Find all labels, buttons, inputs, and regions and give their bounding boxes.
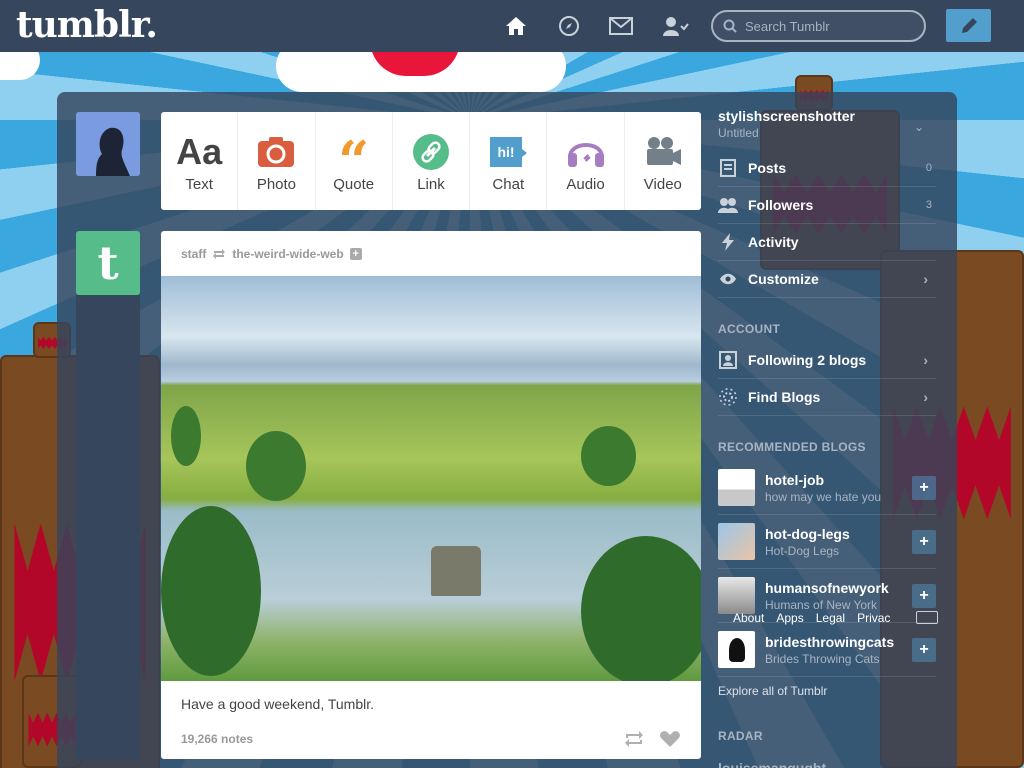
tumblr-staff-avatar[interactable]: t	[76, 231, 140, 295]
blog-name[interactable]: stylishscreenshotter	[718, 108, 855, 124]
recommended-blog-item[interactable]: bridesthrowingcats Brides Throwing Cats +	[718, 623, 936, 677]
apps-link[interactable]: Apps	[776, 611, 803, 625]
post-author-link[interactable]: staff	[181, 247, 206, 261]
chevron-right-icon: ›	[923, 389, 928, 405]
activity-icon	[718, 233, 738, 251]
blog-thumbnail	[718, 577, 755, 614]
find-blogs-icon	[718, 388, 738, 406]
posts-count: 0	[925, 162, 932, 174]
search-icon	[723, 19, 737, 33]
follow-plus-button[interactable]: +	[912, 637, 936, 662]
link-post-button[interactable]: Link	[393, 112, 471, 210]
blog-thumbnail	[718, 631, 755, 668]
account-heading: ACCOUNT	[718, 322, 781, 336]
svg-text:hi!: hi!	[498, 144, 515, 160]
blog-thumbnail	[718, 523, 755, 560]
chat-icon: hi!	[488, 130, 528, 174]
sidebar-item-customize[interactable]: Customize ›	[718, 261, 936, 298]
keyboard-icon[interactable]	[916, 611, 938, 624]
text-icon: Aa	[176, 130, 223, 172]
camera-icon	[257, 130, 295, 174]
follow-plus-button[interactable]: +	[912, 583, 936, 608]
text-post-button[interactable]: Aa Text	[161, 112, 239, 210]
search-input[interactable]	[745, 18, 915, 34]
explore-icon[interactable]	[557, 14, 581, 38]
about-link[interactable]: About	[733, 611, 764, 625]
eye-icon	[718, 273, 738, 285]
dashboard-post: staff the-weird-wide-web + Have a good w…	[161, 231, 701, 759]
sidebar-item-activity[interactable]: Activity	[718, 224, 936, 261]
sidebar-item-find-blogs[interactable]: Find Blogs ›	[718, 379, 936, 416]
post-type-bar: Aa Text Photo “ Quote Link hi! Chat Audi…	[161, 112, 701, 210]
follow-plus-icon[interactable]: +	[349, 247, 362, 260]
sidebar-item-following[interactable]: Following 2 blogs ›	[718, 342, 936, 379]
right-sidebar: stylishscreenshotter Untitled ⌄ Posts 0 …	[708, 92, 944, 768]
notes-count[interactable]: 19,266 notes	[181, 732, 253, 746]
chevron-right-icon: ›	[923, 352, 928, 368]
quote-icon: “	[338, 128, 370, 193]
reblog-source-link[interactable]: the-weird-wide-web	[232, 247, 343, 261]
tumblr-logo[interactable]: tumblr.	[16, 4, 158, 46]
sidebar-item-followers[interactable]: Followers 3	[718, 187, 936, 224]
video-post-button[interactable]: Video	[625, 112, 701, 210]
video-camera-icon	[643, 130, 683, 174]
legal-link[interactable]: Legal	[816, 611, 845, 625]
chevron-down-icon[interactable]: ⌄	[914, 120, 924, 134]
radar-blog-name[interactable]: louisemangught	[718, 760, 826, 768]
reblog-icon	[213, 248, 226, 259]
post-avatar-column	[76, 295, 140, 760]
post-footer: 19,266 notes	[181, 730, 681, 748]
radar-heading: RADAR	[718, 729, 763, 743]
quote-post-button[interactable]: “ Quote	[316, 112, 393, 210]
top-navigation-bar: tumblr.	[0, 0, 1024, 52]
sidebar-item-posts[interactable]: Posts 0	[718, 150, 936, 187]
footer-links: About Apps Legal Privac	[733, 611, 890, 625]
recommended-heading: RECOMMENDED BLOGS	[718, 440, 866, 454]
post-header: staff the-weird-wide-web +	[161, 231, 701, 276]
reblog-button-icon[interactable]	[623, 730, 645, 748]
follow-plus-button[interactable]: +	[912, 529, 936, 554]
like-heart-icon[interactable]	[659, 730, 681, 748]
chevron-right-icon: ›	[923, 271, 928, 287]
wagon-raft	[431, 546, 481, 596]
user-avatar[interactable]	[76, 112, 140, 176]
follow-plus-button[interactable]: +	[912, 475, 936, 500]
blog-thumbnail	[718, 469, 755, 506]
post-photo[interactable]	[161, 276, 701, 681]
headphones-icon	[566, 130, 606, 174]
compose-button[interactable]	[946, 9, 991, 42]
search-box[interactable]	[711, 10, 926, 42]
photo-post-button[interactable]: Photo	[238, 112, 316, 210]
followers-count: 3	[925, 199, 932, 211]
recommended-blog-item[interactable]: hot-dog-legs Hot-Dog Legs +	[718, 515, 936, 569]
explore-link[interactable]: Explore all of Tumblr	[718, 684, 827, 698]
home-icon[interactable]	[504, 14, 528, 38]
account-icon[interactable]	[662, 14, 690, 38]
audio-post-button[interactable]: Audio	[547, 112, 625, 210]
pencil-icon	[961, 17, 977, 33]
followers-icon	[718, 197, 738, 213]
following-icon	[718, 351, 738, 369]
blog-subtitle: Untitled	[718, 126, 759, 140]
privacy-link[interactable]: Privac	[857, 611, 890, 625]
inbox-icon[interactable]	[609, 14, 633, 38]
post-caption: Have a good weekend, Tumblr.	[181, 696, 375, 712]
chat-post-button[interactable]: hi! Chat	[470, 112, 548, 210]
posts-icon	[718, 159, 738, 177]
link-icon	[412, 130, 449, 174]
recommended-blog-item[interactable]: hotel-job how may we hate you +	[718, 461, 936, 515]
